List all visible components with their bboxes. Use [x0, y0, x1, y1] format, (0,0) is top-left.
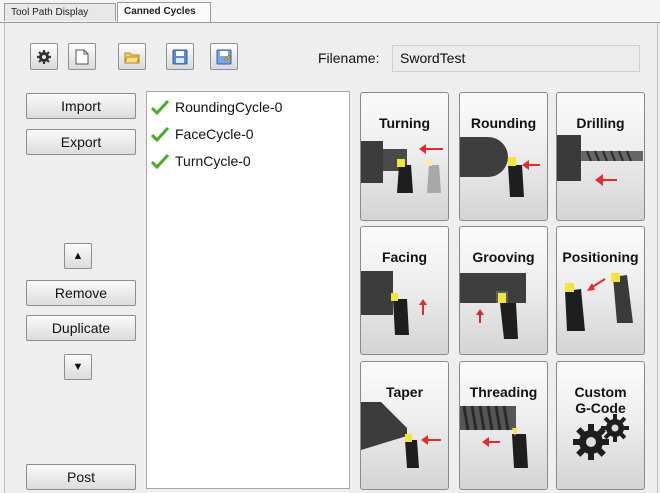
check-icon	[151, 153, 169, 169]
taper-cycle-button[interactable]: Taper	[360, 361, 449, 490]
post-button[interactable]: Post	[26, 464, 136, 490]
check-icon	[151, 99, 169, 115]
filename-field[interactable]: SwordTest	[392, 45, 640, 72]
grooving-cycle-button[interactable]: Grooving	[459, 226, 548, 355]
open-button[interactable]	[118, 43, 146, 70]
positioning-icon	[565, 273, 633, 331]
gear-icon	[37, 49, 51, 64]
tab-tool-path-display[interactable]: Tool Path Display	[4, 3, 116, 21]
filename-label: Filename:	[318, 50, 380, 66]
rounding-cycle-button[interactable]: Rounding	[459, 92, 548, 221]
list-item[interactable]: RoundingCycle-0	[151, 96, 282, 118]
save-as-icon	[216, 49, 232, 64]
new-file-icon	[75, 49, 89, 64]
list-item[interactable]: TurnCycle-0	[151, 150, 251, 172]
positioning-cycle-button[interactable]: Positioning	[556, 226, 645, 355]
turning-icon	[361, 141, 443, 193]
facing-icon	[361, 271, 427, 335]
custom-gcode-button[interactable]: Custom G-Code	[556, 361, 645, 490]
new-file-button[interactable]	[68, 43, 96, 70]
drilling-cycle-button[interactable]: Drilling	[556, 92, 645, 221]
duplicate-button[interactable]: Duplicate	[26, 315, 136, 341]
facing-cycle-button[interactable]: Facing	[360, 226, 449, 355]
cycle-list[interactable]: RoundingCycle-0 FaceCycle-0 TurnCycle-0	[146, 91, 350, 489]
list-item-label: RoundingCycle-0	[175, 99, 283, 115]
move-up-button[interactable]: ▲	[64, 243, 92, 269]
taper-icon	[361, 402, 441, 468]
settings-button[interactable]	[30, 43, 58, 70]
list-item[interactable]: FaceCycle-0	[151, 123, 254, 145]
grooving-icon	[460, 273, 526, 339]
tab-bar: Tool Path Display Canned Cycles	[0, 0, 660, 23]
gears-icon	[573, 414, 629, 460]
export-button[interactable]: Export	[26, 129, 136, 155]
rounding-icon	[460, 137, 540, 197]
check-icon	[151, 126, 169, 142]
drilling-icon	[557, 135, 643, 186]
import-button[interactable]: Import	[26, 93, 136, 119]
save-as-button[interactable]	[210, 43, 238, 70]
list-item-label: FaceCycle-0	[175, 126, 254, 142]
tab-canned-cycles[interactable]: Canned Cycles	[117, 2, 211, 22]
move-down-button[interactable]: ▼	[64, 354, 92, 380]
turning-cycle-button[interactable]: Turning	[360, 92, 449, 221]
list-item-label: TurnCycle-0	[175, 153, 251, 169]
remove-button[interactable]: Remove	[26, 280, 136, 306]
threading-icon	[460, 405, 528, 468]
save-icon	[172, 49, 188, 64]
save-button[interactable]	[166, 43, 194, 70]
open-folder-icon	[124, 52, 140, 63]
threading-cycle-button[interactable]: Threading	[459, 361, 548, 490]
